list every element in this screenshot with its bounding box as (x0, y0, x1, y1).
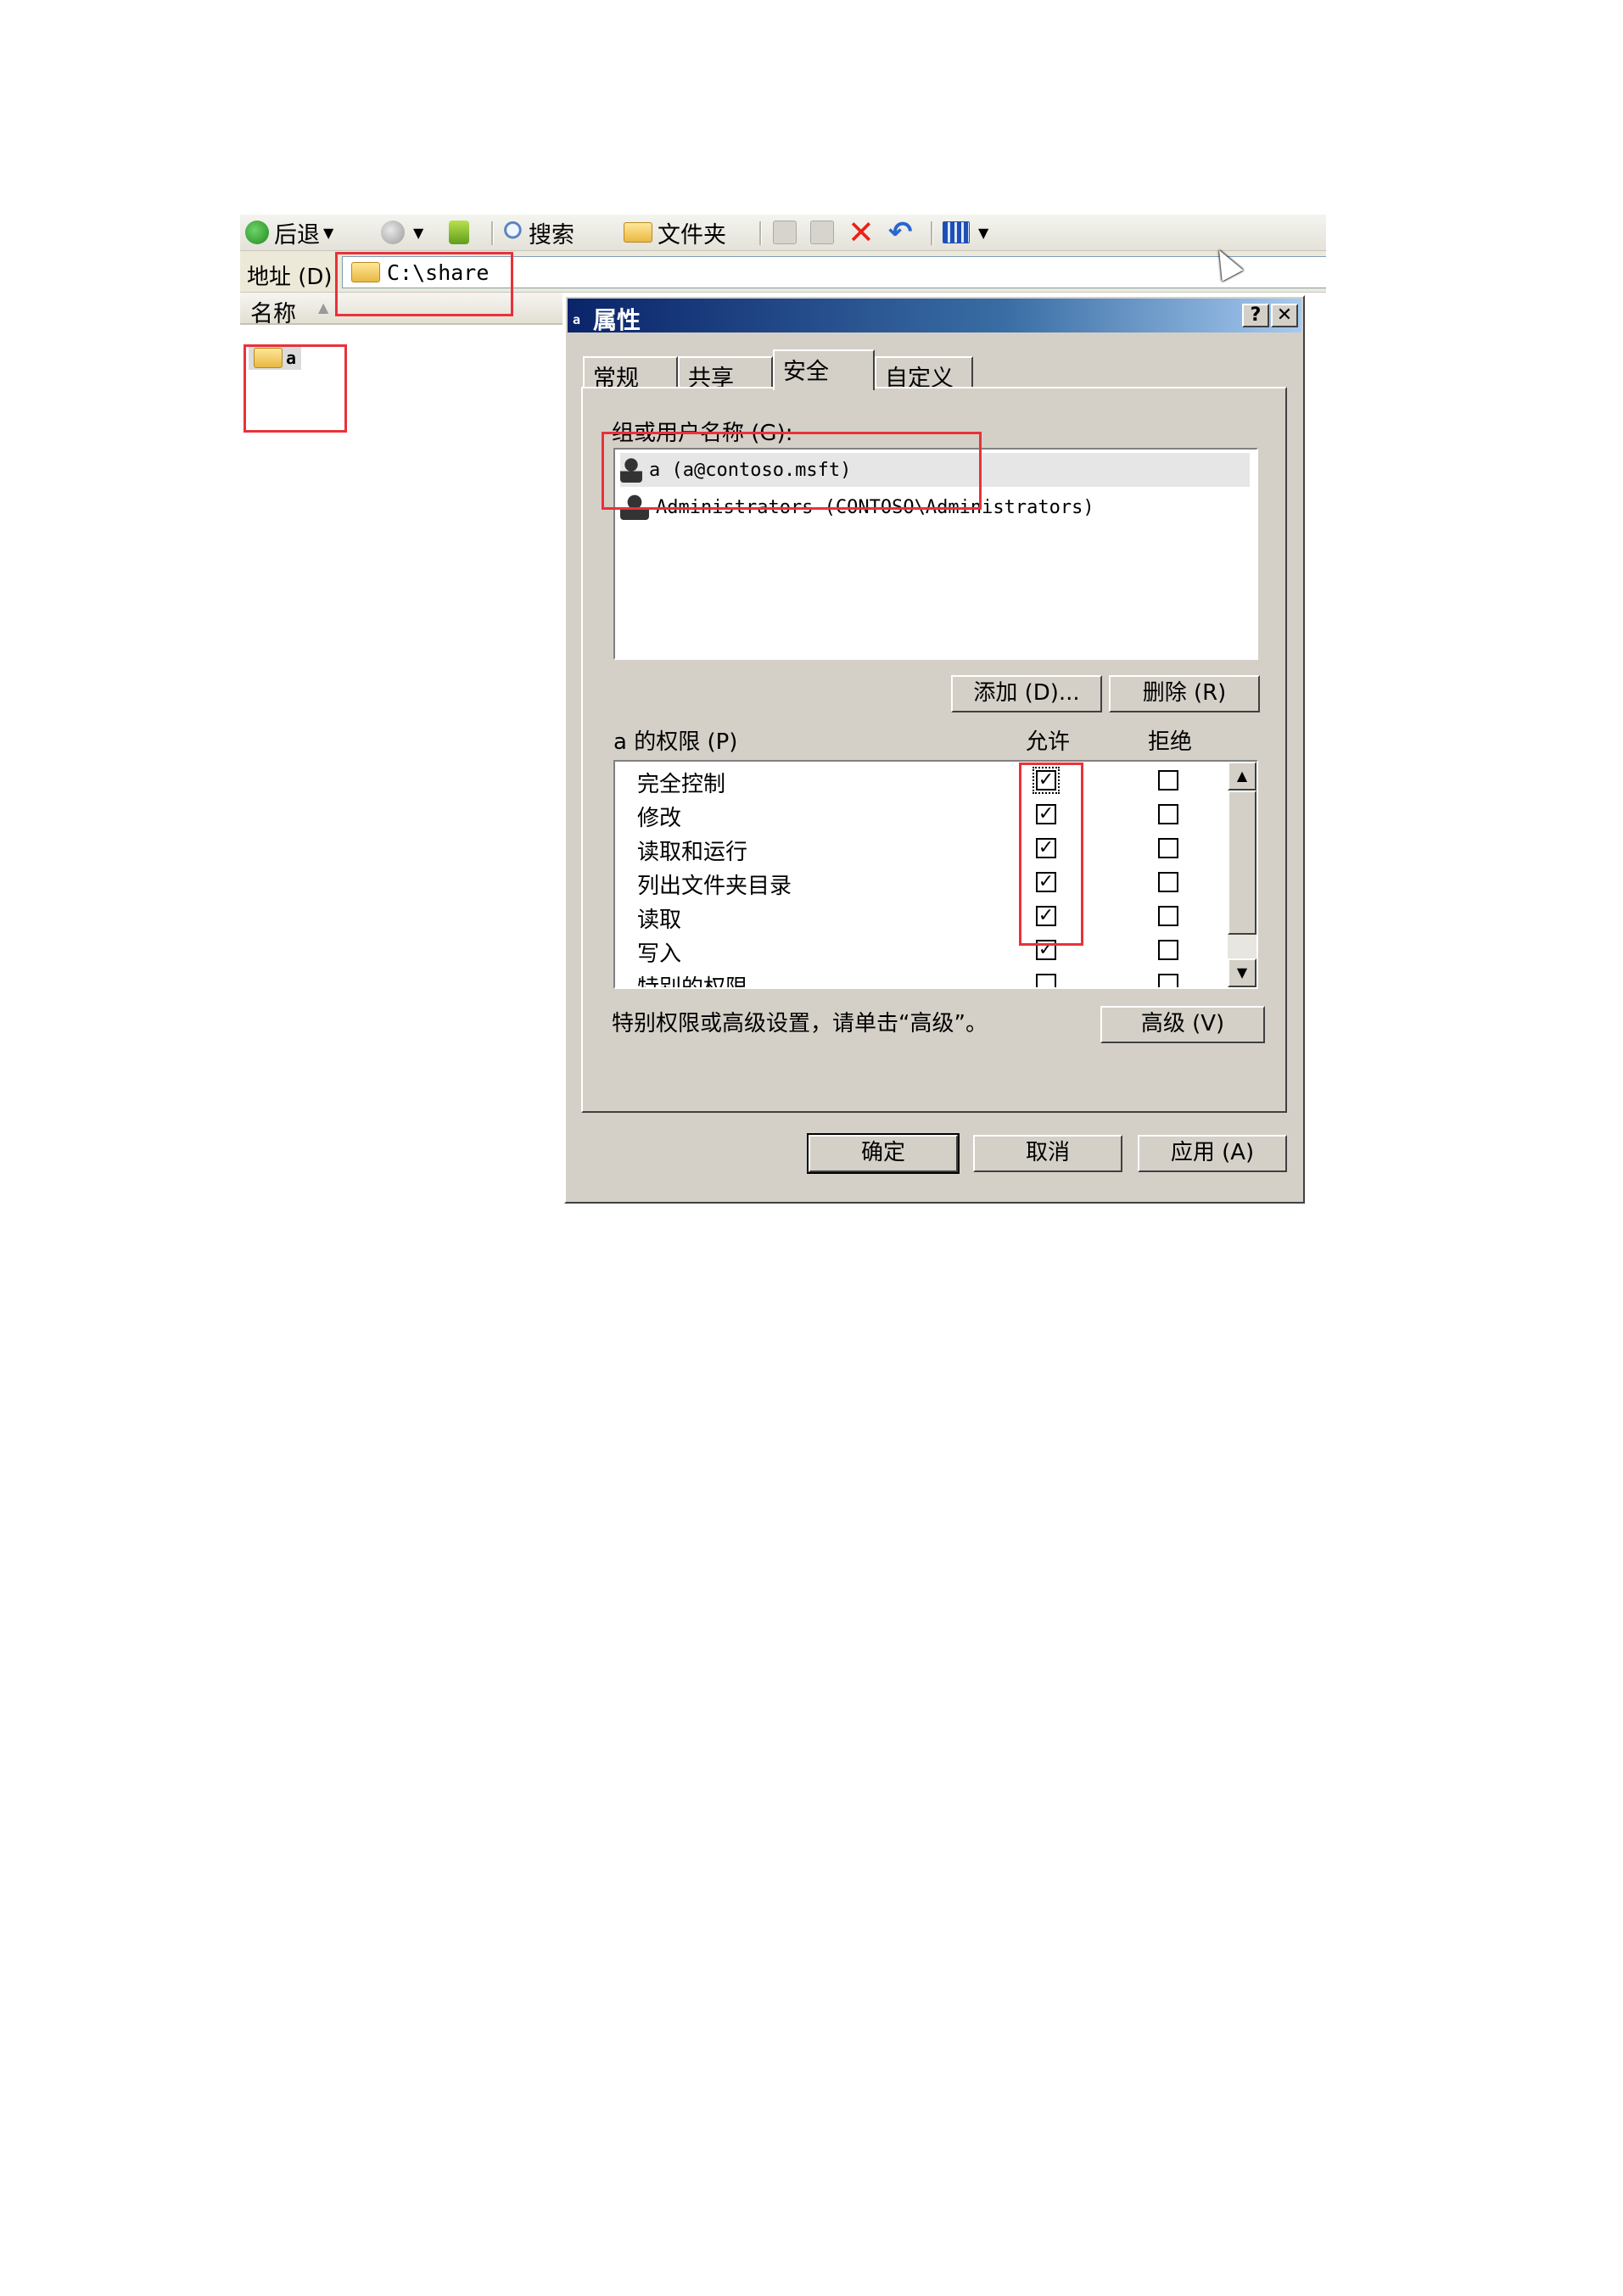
back-dropdown-icon[interactable]: ▼ (323, 225, 333, 241)
deny-checkbox[interactable] (1158, 974, 1178, 989)
forward-arrow-icon (381, 221, 405, 244)
up-folder-icon (449, 221, 469, 244)
allow-column-header: 允许 (1026, 724, 1070, 756)
users-highlight-box (602, 432, 982, 510)
dialog-titlebar[interactable]: a 属性 ? ✕ (568, 299, 1301, 332)
views-button[interactable]: ▼ (943, 220, 988, 245)
address-highlight-box (335, 252, 513, 316)
tab-sharing[interactable]: 共享 (678, 356, 773, 388)
ok-button[interactable]: 确定 (809, 1135, 958, 1172)
folders-label: 文件夹 (658, 216, 726, 249)
remove-button[interactable]: 删除 (R) (1109, 675, 1260, 712)
forward-dropdown-icon[interactable]: ▼ (413, 225, 423, 241)
deny-column-header: 拒绝 (1148, 724, 1192, 756)
deny-checkbox[interactable] (1158, 940, 1178, 960)
move-to-button[interactable] (773, 220, 802, 245)
views-grid-icon (943, 221, 970, 243)
close-button[interactable]: ✕ (1271, 304, 1298, 327)
toolbar-separator (931, 221, 933, 245)
delete-x-icon: ✕ (848, 221, 875, 244)
deny-checkbox[interactable] (1158, 838, 1178, 858)
table-row: 写入 ✓ (615, 933, 1228, 967)
sort-ascending-icon: ▲ (318, 299, 328, 316)
permission-name: 写入 (637, 936, 681, 968)
allow-checkbox[interactable] (1036, 974, 1056, 989)
permission-name: 修改 (637, 801, 681, 832)
folder-icon (624, 222, 652, 243)
back-arrow-icon (245, 221, 269, 244)
tab-customize[interactable]: 自定义 (875, 356, 973, 388)
scroll-up-arrow-icon[interactable]: ▲ (1228, 762, 1256, 790)
toolbar-separator (759, 221, 762, 245)
table-row: 修改 ✓ (615, 797, 1228, 831)
screenshot: 后退 ▼ ▼ 搜索 文件夹 ✕ ↶ (240, 215, 1326, 1204)
table-row: 完全控制 ✓ (615, 763, 1228, 797)
allow-column-highlight-box (1019, 763, 1083, 946)
forward-button[interactable]: ▼ (381, 220, 423, 245)
permissions-label: a 的权限 (P) (613, 724, 737, 756)
advanced-button[interactable]: 高级 (V) (1100, 1006, 1265, 1043)
advanced-hint: 特别权限或高级设置，请单击“高级”。 (612, 1006, 988, 1037)
dialog-title: 属性 (593, 302, 641, 336)
folders-button[interactable]: 文件夹 (624, 220, 726, 245)
table-row: 读取和运行 ✓ (615, 831, 1228, 865)
permission-name: 读取 (637, 902, 681, 934)
views-dropdown-icon[interactable]: ▼ (978, 225, 988, 241)
search-label: 搜索 (529, 216, 574, 249)
table-row: 特别的权限 (615, 967, 1228, 989)
tab-general[interactable]: 常规 (583, 356, 678, 388)
back-label: 后退 (274, 216, 320, 249)
permissions-list: 完全控制 ✓ 修改 ✓ 读取和运行 ✓ 列出文件夹目录 ✓ (613, 760, 1258, 989)
search-icon (500, 221, 523, 244)
deny-checkbox[interactable] (1158, 770, 1178, 790)
copy-to-icon (810, 221, 834, 244)
folder-highlight-box (243, 344, 347, 433)
explorer-toolbar: 后退 ▼ ▼ 搜索 文件夹 ✕ ↶ (240, 215, 1326, 251)
deny-checkbox[interactable] (1158, 804, 1178, 824)
up-folder-button[interactable] (449, 220, 474, 245)
deny-checkbox[interactable] (1158, 906, 1178, 926)
deny-checkbox[interactable] (1158, 872, 1178, 892)
permission-name: 完全控制 (637, 767, 725, 798)
permission-name: 特别的权限 (637, 970, 747, 989)
column-header-label: 名称 (250, 295, 296, 328)
address-label: 地址 (D) (247, 260, 333, 291)
add-button[interactable]: 添加 (D)... (951, 675, 1102, 712)
table-row: 读取 ✓ (615, 899, 1228, 933)
move-to-icon (773, 221, 797, 244)
undo-icon: ↶ (888, 221, 913, 244)
vertical-scrollbar[interactable]: ▲ ▼ (1228, 762, 1256, 987)
back-button[interactable]: 后退 ▼ (245, 220, 333, 245)
apply-button[interactable]: 应用 (A) (1138, 1135, 1287, 1172)
scrollbar-thumb[interactable] (1228, 790, 1256, 935)
search-button[interactable]: 搜索 (500, 220, 574, 245)
scroll-down-arrow-icon[interactable]: ▼ (1228, 958, 1256, 987)
table-row: 列出文件夹目录 ✓ (615, 865, 1228, 899)
permission-name: 列出文件夹目录 (637, 869, 792, 900)
tab-security[interactable]: 安全 (773, 349, 875, 390)
help-button[interactable]: ? (1242, 304, 1269, 327)
cancel-button[interactable]: 取消 (973, 1135, 1122, 1172)
delete-button[interactable]: ✕ (848, 220, 880, 245)
copy-to-button[interactable] (810, 220, 839, 245)
permission-name: 读取和运行 (637, 835, 747, 866)
folder-title-icon: a (573, 312, 580, 327)
toolbar-separator (491, 221, 494, 245)
undo-button[interactable]: ↶ (888, 220, 918, 245)
